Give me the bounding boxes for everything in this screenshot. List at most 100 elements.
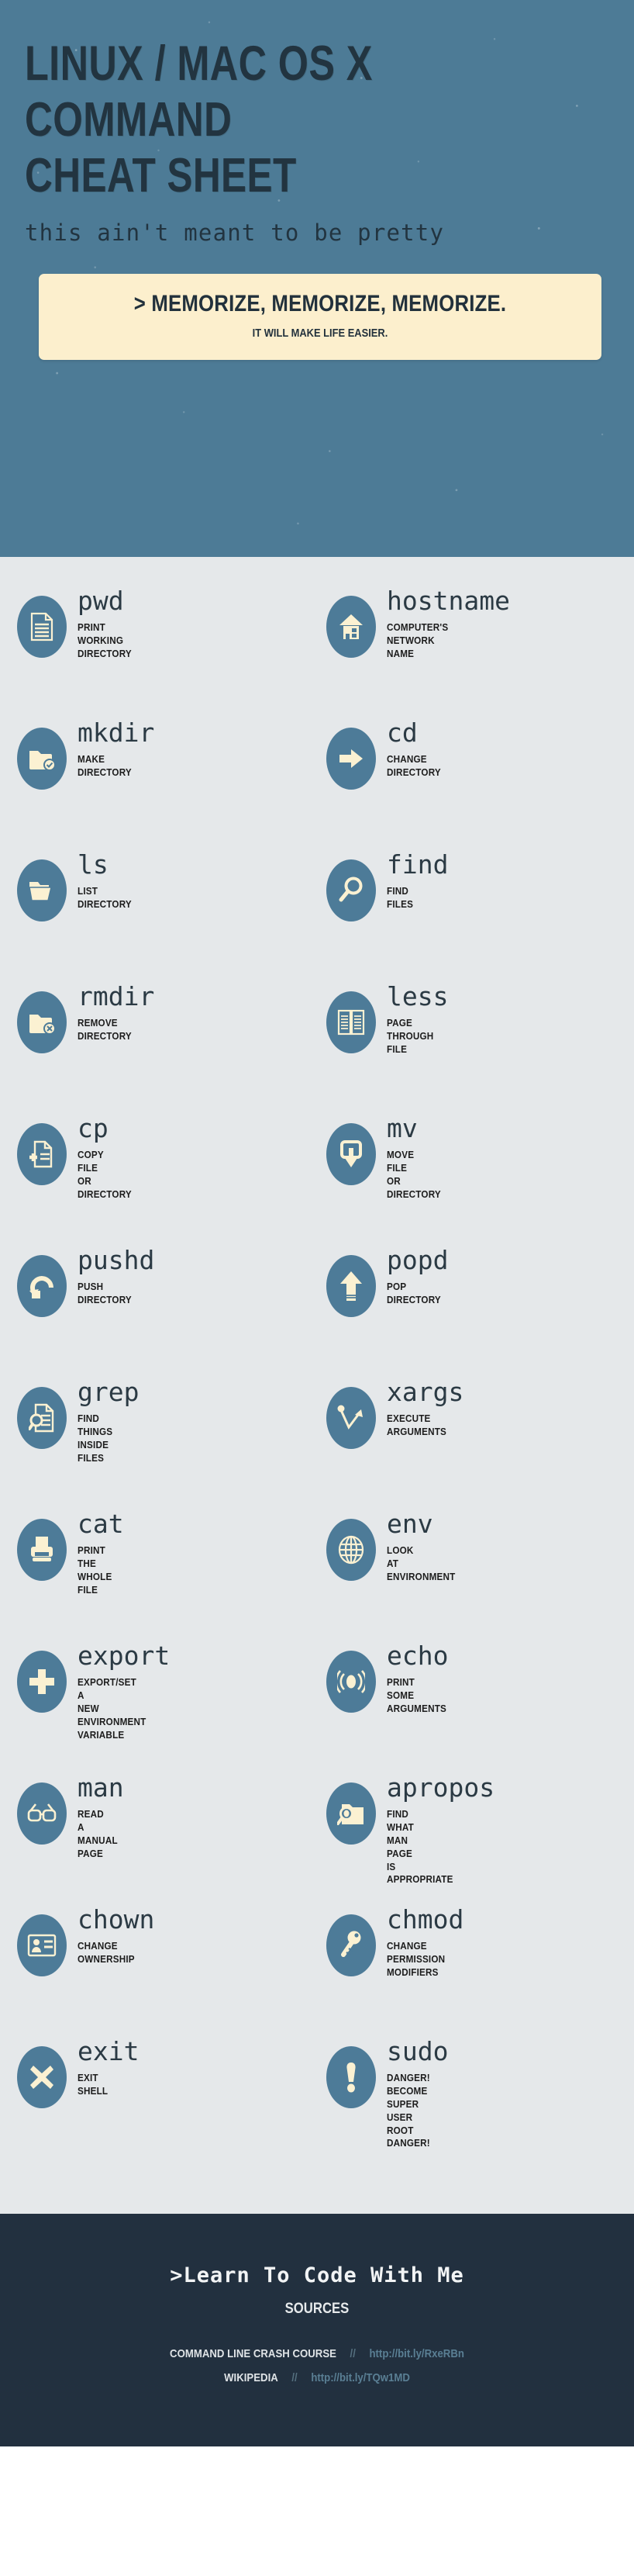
command-description: MAKE DIRECTORY [78,753,146,780]
globe-icon [326,1519,376,1581]
command-name: cd [387,717,418,748]
command-description-line: MAKE [78,753,105,765]
command-entry: mv MOVE FILE OR DIRECTORY [317,1105,634,1236]
command-description-line: VARIABLE [78,1728,125,1741]
command-description-line: FILES [78,1451,105,1464]
command-description-line: PAGE [387,1847,413,1859]
command-description-line: THINGS [78,1425,113,1437]
command-name: man [78,1772,124,1803]
command-text-block: cat PRINT THE WHOLE FILE [78,1500,124,1597]
command-text-block: grep FIND THINGS INSIDE FILES [78,1368,139,1465]
command-name: env [387,1509,433,1539]
command-text-block: chown CHANGE OWNERSHIP [78,1896,154,1966]
command-description-line: A [78,1820,84,1833]
command-description: PAGE THROUGH FILE [387,1017,443,1056]
command-name: apropos [387,1772,495,1803]
command-description-line: MAN [387,1834,408,1846]
house-icon [326,596,376,658]
command-entry: cd CHANGE DIRECTORY [317,709,634,841]
command-description-line: DIRECTORY [78,1188,132,1200]
command-entry: pushd PUSH DIRECTORY [0,1236,317,1368]
command-description-line: DANGER! [387,2137,430,2149]
command-text-block: mkdir MAKE DIRECTORY [78,709,154,780]
document-icon [17,596,67,658]
magnifier-icon [326,859,376,921]
command-entry: xargs EXECUTE ARGUMENTS [317,1368,634,1500]
command-description-line: DIRECTORY [78,766,132,778]
command-description: CHANGE OWNERSHIP [78,1940,146,1966]
command-description-line: SOME [387,1689,415,1701]
command-text-block: less PAGE THROUGH FILE [387,973,448,1056]
command-text-block: hostname COMPUTER'S NETWORK NAME [387,577,510,661]
command-description-line: COMPUTER'S [387,621,449,633]
command-name: popd [387,1245,449,1275]
command-name: hostname [387,586,510,616]
command-name: chmod [387,1904,464,1935]
command-description-line: DIRECTORY [78,1029,132,1042]
command-name: find [387,849,449,880]
command-description-line: CHANGE [387,1940,427,1952]
command-description-line: THROUGH [387,1029,434,1042]
command-description-line: NETWORK [387,634,435,646]
command-description-line: DANGER! [387,2072,430,2083]
command-entry: less PAGE THROUGH FILE [317,973,634,1105]
command-description: REMOVE DIRECTORY [78,1017,146,1043]
command-entry: exit EXIT SHELL [0,2028,317,2159]
command-description: FIND FILES [387,885,443,911]
key-icon [326,1914,376,1976]
folder-x-icon [17,991,67,1053]
callout-headline: > MEMORIZE, MEMORIZE, MEMORIZE. [133,291,507,317]
source-name: WIKIPEDIA [224,2371,278,2384]
source-url[interactable]: http://bit.ly/TQw1MD [311,2371,410,2384]
memorize-callout-box: > MEMORIZE, MEMORIZE, MEMORIZE. IT WILL … [39,274,601,361]
folder-check-icon [17,728,67,790]
command-description-line: FIND [387,1808,409,1820]
command-name: cp [78,1113,109,1143]
command-entry: grep FIND THINGS INSIDE FILES [0,1368,317,1500]
source-url[interactable]: http://bit.ly/RxeRBn [369,2347,463,2360]
command-description-line: POP [387,1281,407,1292]
command-description-line: MODIFIERS [387,1966,439,1978]
commands-section: pwd PRINT WORKING DIRECTORY hostname COMPUTER… [0,557,634,2214]
command-description-line: DIRECTORY [78,897,132,910]
command-text-block: chmod CHANGE PERMISSION MODIFIERS [387,1896,463,1980]
command-text-block: echo PRINT SOME ARGUMENTS [387,1632,453,1716]
command-description: CHANGE PERMISSION MODIFIERS [387,1940,456,1980]
command-description: EXIT SHELL [78,2072,133,2098]
command-description: LOOK AT ENVIRONMENT [387,1544,455,1584]
header-banner: LINUX / MAC OS X COMMAND CHEAT SHEET thi… [0,0,634,557]
command-description-line: DIRECTORY [387,1293,441,1305]
command-description: PRINT WORKING DIRECTORY [78,621,132,661]
folder-open-icon [17,859,67,921]
command-description-line: OR [387,1174,401,1187]
command-description-line: ENVIRONMENT [78,1715,146,1727]
command-description: FIND THINGS INSIDE FILES [78,1412,133,1465]
command-description-line: DIRECTORY [78,647,132,659]
command-name: export [78,1641,171,1671]
command-description: FIND WHAT MAN PAGE IS APPROPRIATE [387,1808,484,1886]
source-name: COMMAND LINE CRASH COURSE [170,2347,336,2360]
source-separator: // [350,2347,356,2360]
document-plus-icon [17,1123,67,1185]
command-description: MOVE FILE OR DIRECTORY [387,1149,441,1202]
command-entry: popd POP DIRECTORY [317,1236,634,1368]
command-description-line: OR [78,1174,91,1187]
command-description: PUSH DIRECTORY [78,1281,146,1307]
command-description-line: SHELL [78,2084,109,2097]
command-description-line: WHAT [387,1820,414,1833]
command-description-line: DIRECTORY [387,766,441,778]
page-title-line-2: COMMAND [25,93,233,147]
footer-banner: >Learn To Code With Me SOURCES COMMAND L… [0,2214,634,2446]
id-card-icon [17,1914,67,1976]
command-description-line: OWNERSHIP [78,1952,135,1965]
command-description-line: PRINT [78,1544,105,1556]
command-description-line: COPY [78,1149,104,1160]
command-name: rmdir [78,981,155,1011]
open-book-icon [326,991,376,1053]
command-description: EXECUTE ARGUMENTS [387,1412,456,1439]
command-entry: cp COPY FILE OR DIRECTORY [0,1105,317,1236]
command-entry: sudo DANGER! BECOME SUPER USER ROOT DANGER! [317,2028,634,2159]
command-text-block: rmdir REMOVE DIRECTORY [78,973,154,1043]
command-description-line: EXPORT/SET [78,1676,136,1688]
command-entry: pwd PRINT WORKING DIRECTORY [0,577,317,709]
